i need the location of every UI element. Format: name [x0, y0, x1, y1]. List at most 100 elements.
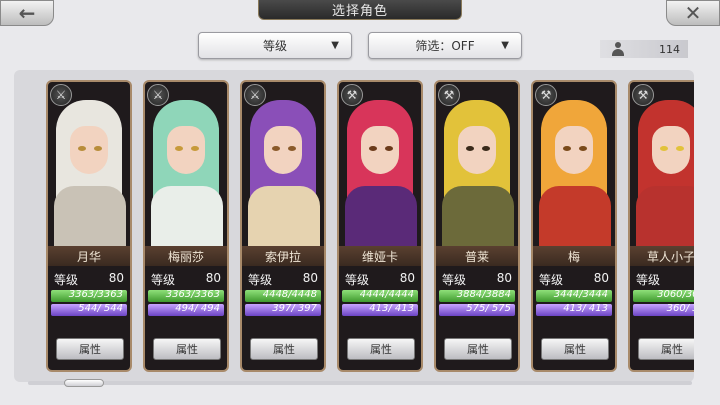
mp-bar: 413/ 413 [536, 303, 612, 316]
level-row: 等级 7 [630, 268, 694, 288]
hp-bar: 3884/3884 [439, 289, 515, 302]
character-stats: 等级 7 3060/306 360/ 36 [630, 268, 694, 318]
portrait-face [264, 126, 302, 174]
character-portrait [145, 82, 227, 246]
hp-value: 3060/306 [657, 289, 694, 300]
hp-bar: 3363/3363 [148, 289, 224, 302]
level-row: 等级 80 [48, 268, 130, 288]
hp-value: 4448/4448 [262, 289, 317, 300]
character-list[interactable]: ⚔ 月华 等级 80 3363/3363 544/ 544 属性 ⚔ 梅丽莎 等… [14, 70, 694, 382]
portrait-eye [466, 146, 474, 151]
close-button[interactable]: ✕ [666, 0, 720, 26]
level-row: 等级 80 [242, 268, 324, 288]
attributes-button[interactable]: 属性 [638, 338, 694, 360]
level-row: 等级 80 [339, 268, 421, 288]
portrait-outfit [636, 186, 694, 246]
hp-value: 3884/3884 [456, 289, 511, 300]
hp-bar: 3444/3444 [536, 289, 612, 302]
filter-dropdown[interactable]: 筛选：OFF ▼ [368, 32, 522, 59]
portrait-outfit [151, 186, 223, 246]
mp-value: 575/ 575 [466, 303, 511, 314]
close-icon: ✕ [684, 1, 702, 25]
hp-bar: 3060/306 [633, 289, 694, 302]
hp-value: 3444/3444 [553, 289, 608, 300]
character-portrait [630, 82, 694, 246]
level-row: 等级 80 [436, 268, 518, 288]
filter-dropdown-label: 筛选：OFF [415, 39, 475, 53]
hp-bar: 3363/3363 [51, 289, 127, 302]
character-name: 月华 [48, 246, 130, 266]
weapon-type-icon: ⚔ [50, 84, 72, 106]
character-card[interactable]: ⚒ 草人小子 等级 7 3060/306 360/ 36 属性 [628, 80, 694, 372]
hp-value: 3363/3363 [165, 289, 220, 300]
portrait-outfit [345, 186, 417, 246]
level-row: 等级 80 [145, 268, 227, 288]
mp-value: 360/ 36 [666, 303, 694, 314]
mp-value: 494/ 494 [175, 303, 220, 314]
character-name: 梅丽莎 [145, 246, 227, 266]
portrait-face [167, 126, 205, 174]
level-label: 等级 [248, 273, 273, 287]
portrait-eye [94, 146, 102, 151]
character-card[interactable]: ⚒ 维娅卡 等级 80 4444/4444 413/ 413 属性 [337, 80, 423, 372]
level-value: 80 [108, 271, 124, 285]
level-label: 等级 [345, 273, 370, 287]
portrait-eye [191, 146, 199, 151]
portrait-face [652, 126, 690, 174]
character-card[interactable]: ⚔ 梅丽莎 等级 80 3363/3363 494/ 494 属性 [143, 80, 229, 372]
level-value: 80 [205, 271, 221, 285]
character-portrait [533, 82, 615, 246]
horizontal-scrollbar[interactable] [28, 381, 692, 385]
portrait-eye [385, 146, 393, 151]
back-button[interactable]: ← [0, 0, 54, 26]
weapon-type-icon: ⚒ [341, 84, 363, 106]
portrait-eye [676, 146, 684, 151]
sort-dropdown[interactable]: 等级 ▼ [198, 32, 352, 59]
attributes-button[interactable]: 属性 [56, 338, 124, 360]
character-portrait [242, 82, 324, 246]
attributes-button[interactable]: 属性 [444, 338, 512, 360]
mp-bar: 544/ 544 [51, 303, 127, 316]
attributes-button[interactable]: 属性 [153, 338, 221, 360]
character-portrait [436, 82, 518, 246]
weapon-type-icon: ⚒ [438, 84, 460, 106]
page-title: 选择角色 [258, 0, 462, 20]
portrait-eye [78, 146, 86, 151]
level-label: 等级 [539, 273, 564, 287]
character-cards-row: ⚔ 月华 等级 80 3363/3363 544/ 544 属性 ⚔ 梅丽莎 等… [46, 80, 694, 380]
person-icon [612, 42, 624, 56]
portrait-outfit [442, 186, 514, 246]
character-count: 114 [659, 42, 680, 56]
portrait-eye [369, 146, 377, 151]
mp-bar: 397/ 397 [245, 303, 321, 316]
character-name: 草人小子 [630, 246, 694, 266]
back-arrow-icon: ← [18, 1, 36, 25]
attributes-button[interactable]: 属性 [347, 338, 415, 360]
character-count-badge: 114 [600, 40, 688, 58]
portrait-eye [660, 146, 668, 151]
level-label: 等级 [151, 273, 176, 287]
portrait-eye [175, 146, 183, 151]
character-card[interactable]: ⚒ 普莱 等级 80 3884/3884 575/ 575 属性 [434, 80, 520, 372]
character-stats: 等级 80 3884/3884 575/ 575 [436, 268, 518, 318]
attributes-button[interactable]: 属性 [541, 338, 609, 360]
level-label: 等级 [54, 273, 79, 287]
hp-bar: 4448/4448 [245, 289, 321, 302]
character-stats: 等级 80 3363/3363 494/ 494 [145, 268, 227, 318]
portrait-face [555, 126, 593, 174]
attributes-button[interactable]: 属性 [250, 338, 318, 360]
character-stats: 等级 80 3363/3363 544/ 544 [48, 268, 130, 318]
mp-bar: 494/ 494 [148, 303, 224, 316]
character-card[interactable]: ⚒ 梅 等级 80 3444/3444 413/ 413 属性 [531, 80, 617, 372]
character-card[interactable]: ⚔ 月华 等级 80 3363/3363 544/ 544 属性 [46, 80, 132, 372]
scrollbar-thumb[interactable] [64, 379, 104, 387]
chevron-down-icon: ▼ [331, 40, 339, 51]
portrait-face [361, 126, 399, 174]
portrait-outfit [54, 186, 126, 246]
portrait-outfit [539, 186, 611, 246]
character-card[interactable]: ⚔ 索伊拉 等级 80 4448/4448 397/ 397 属性 [240, 80, 326, 372]
character-name: 普莱 [436, 246, 518, 266]
mp-bar: 575/ 575 [439, 303, 515, 316]
level-label: 等级 [636, 273, 661, 287]
level-label: 等级 [442, 273, 467, 287]
